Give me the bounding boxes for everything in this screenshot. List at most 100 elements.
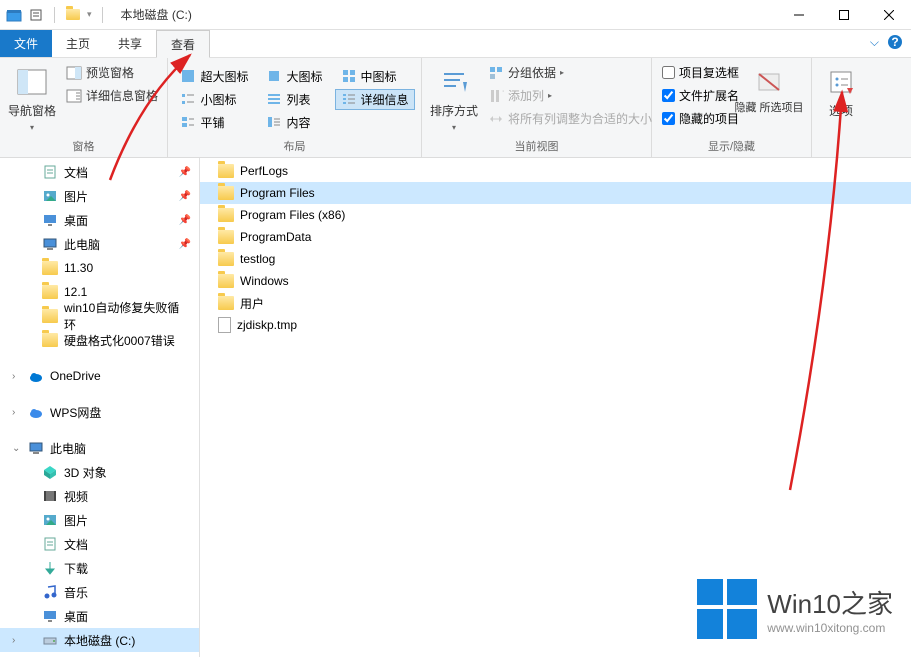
nav-pc-item[interactable]: 桌面 <box>0 604 199 628</box>
chevron-right-icon[interactable]: › <box>12 407 15 418</box>
file-item[interactable]: 用户 <box>200 292 911 314</box>
doc-icon <box>42 164 58 180</box>
chevron-right-icon[interactable]: › <box>12 635 15 646</box>
app-icon <box>6 7 22 23</box>
doc-icon <box>42 536 58 552</box>
3d-icon <box>42 464 58 480</box>
tab-file[interactable]: 文件 <box>0 30 52 57</box>
layout-tiles[interactable]: 平铺 <box>174 112 254 133</box>
details-pane-button[interactable]: 详细信息窗格 <box>62 85 162 106</box>
file-item[interactable]: Windows <box>200 270 911 292</box>
layout-content[interactable]: 内容 <box>260 112 328 133</box>
nav-pc-item[interactable]: 文档 <box>0 532 199 556</box>
checkbox-item-checkboxes[interactable]: 项目复选框 <box>658 62 743 83</box>
layout-extra-large[interactable]: 超大图标 <box>174 66 254 87</box>
nav-wps[interactable]: ›WPS网盘 <box>0 400 199 424</box>
tab-share[interactable]: 共享 <box>104 30 156 57</box>
hide-selected-button[interactable]: 隐藏 所选项目 <box>747 62 791 118</box>
checkbox-file-extensions[interactable]: 文件扩展名 <box>658 85 743 106</box>
quickaccess-item[interactable]: win10自动修复失败循环 <box>0 304 199 328</box>
nav-thispc[interactable]: ⌄此电脑 <box>0 436 199 460</box>
close-button[interactable] <box>866 0 911 30</box>
cloud-icon <box>28 368 44 384</box>
checkbox-hidden-items[interactable]: 隐藏的项目 <box>658 108 743 129</box>
minimize-button[interactable] <box>776 0 821 30</box>
quickaccess-item[interactable]: 此电脑📌 <box>0 232 199 256</box>
maximize-button[interactable] <box>821 0 866 30</box>
nav-pc-item[interactable]: ›本地磁盘 (C:) <box>0 628 199 652</box>
qat-folder-icon[interactable] <box>65 7 81 23</box>
file-item[interactable]: Program Files <box>200 182 911 204</box>
pin-icon: 📌 <box>179 167 191 178</box>
watermark-title: Win10之家 <box>767 584 893 621</box>
layout-medium[interactable]: 中图标 <box>335 66 415 87</box>
size-columns-button[interactable]: 将所有列调整为合适的大小 <box>484 108 656 129</box>
folder-icon <box>218 252 234 266</box>
tab-view[interactable]: 查看 <box>156 30 210 58</box>
windows-logo-icon <box>697 579 757 639</box>
nav-pc-item[interactable]: 下载 <box>0 556 199 580</box>
layout-large[interactable]: 大图标 <box>260 66 328 87</box>
file-item[interactable]: Program Files (x86) <box>200 204 911 226</box>
nav-pc-item[interactable]: 视频 <box>0 484 199 508</box>
nav-pc-item[interactable]: 3D 对象 <box>0 460 199 484</box>
panes-group-label: 窗格 <box>6 136 161 157</box>
file-item[interactable]: zjdiskp.tmp <box>200 314 911 336</box>
quickaccess-item[interactable]: 图片📌 <box>0 184 199 208</box>
desktop-icon <box>42 608 58 624</box>
pc-icon <box>42 236 58 252</box>
nav-onedrive[interactable]: ›OneDrive <box>0 364 199 388</box>
nav-pc-item[interactable]: 音乐 <box>0 580 199 604</box>
chevron-right-icon[interactable]: › <box>12 371 15 382</box>
down-icon <box>42 560 58 576</box>
titlebar: ▾ 本地磁盘 (C:) <box>0 0 911 30</box>
video-icon <box>42 488 58 504</box>
nav-pane-label: 导航窗格 <box>8 102 56 119</box>
navigation-pane[interactable]: 文档📌图片📌桌面📌此电脑📌11.3012.1win10自动修复失败循环硬盘格式化… <box>0 158 200 657</box>
showhide-group-label: 显示/隐藏 <box>658 136 805 157</box>
sort-by-button[interactable]: 排序方式 ▾ <box>428 62 480 136</box>
desktop-icon <box>42 212 58 228</box>
ribbon-minimize-icon[interactable]: ⌵ <box>870 35 879 50</box>
sort-by-label: 排序方式 <box>430 102 478 119</box>
nav-pc-item[interactable]: 图片 <box>0 508 199 532</box>
group-by-button[interactable]: 分组依据 ▸ <box>484 62 656 83</box>
watermark: Win10之家 www.win10xitong.com <box>697 579 893 639</box>
pc-icon <box>28 440 44 456</box>
qat-dropdown-icon[interactable]: ▾ <box>87 9 92 20</box>
music-icon <box>42 584 58 600</box>
options-button[interactable]: 选项 <box>818 62 864 123</box>
quickaccess-item[interactable]: 11.30 <box>0 256 199 280</box>
watermark-url: www.win10xitong.com <box>767 621 893 635</box>
cloud-icon <box>28 404 44 420</box>
svg-text:?: ? <box>891 35 898 49</box>
file-item[interactable]: ProgramData <box>200 226 911 248</box>
file-icon <box>218 317 231 333</box>
preview-pane-button[interactable]: 预览窗格 <box>62 62 162 83</box>
add-columns-button[interactable]: +添加列 ▸ <box>484 85 656 106</box>
quickaccess-item[interactable]: 硬盘格式化0007错误 <box>0 328 199 352</box>
file-item[interactable]: testlog <box>200 248 911 270</box>
file-item[interactable]: PerfLogs <box>200 160 911 182</box>
nav-pc-item[interactable]: 软件 (D:) <box>0 652 199 657</box>
pin-icon: 📌 <box>179 239 191 250</box>
ribbon-tabs: 文件 主页 共享 查看 ⌵ ? <box>0 30 911 58</box>
quickaccess-item[interactable]: 桌面📌 <box>0 208 199 232</box>
layout-list[interactable]: 列表 <box>260 89 328 110</box>
drive-icon <box>42 632 58 648</box>
folder-icon <box>218 296 234 310</box>
help-icon[interactable]: ? <box>887 34 903 50</box>
layout-small[interactable]: 小图标 <box>174 89 254 110</box>
tab-home[interactable]: 主页 <box>52 30 104 57</box>
qat-properties-icon[interactable] <box>28 7 44 23</box>
layout-details[interactable]: 详细信息 <box>335 89 415 110</box>
quickaccess-item[interactable]: 文档📌 <box>0 160 199 184</box>
nav-pane-button[interactable]: 导航窗格 ▾ <box>6 62 58 136</box>
folder-icon <box>218 274 234 288</box>
folder-icon <box>218 230 234 244</box>
chevron-down-icon[interactable]: ⌄ <box>12 443 20 454</box>
ribbon: 导航窗格 ▾ 预览窗格 详细信息窗格 窗格 超大图标 大图标 中图标 小图标 列… <box>0 58 911 158</box>
pin-icon: 📌 <box>179 215 191 226</box>
folder-icon <box>218 208 234 222</box>
folder-icon <box>42 308 58 324</box>
